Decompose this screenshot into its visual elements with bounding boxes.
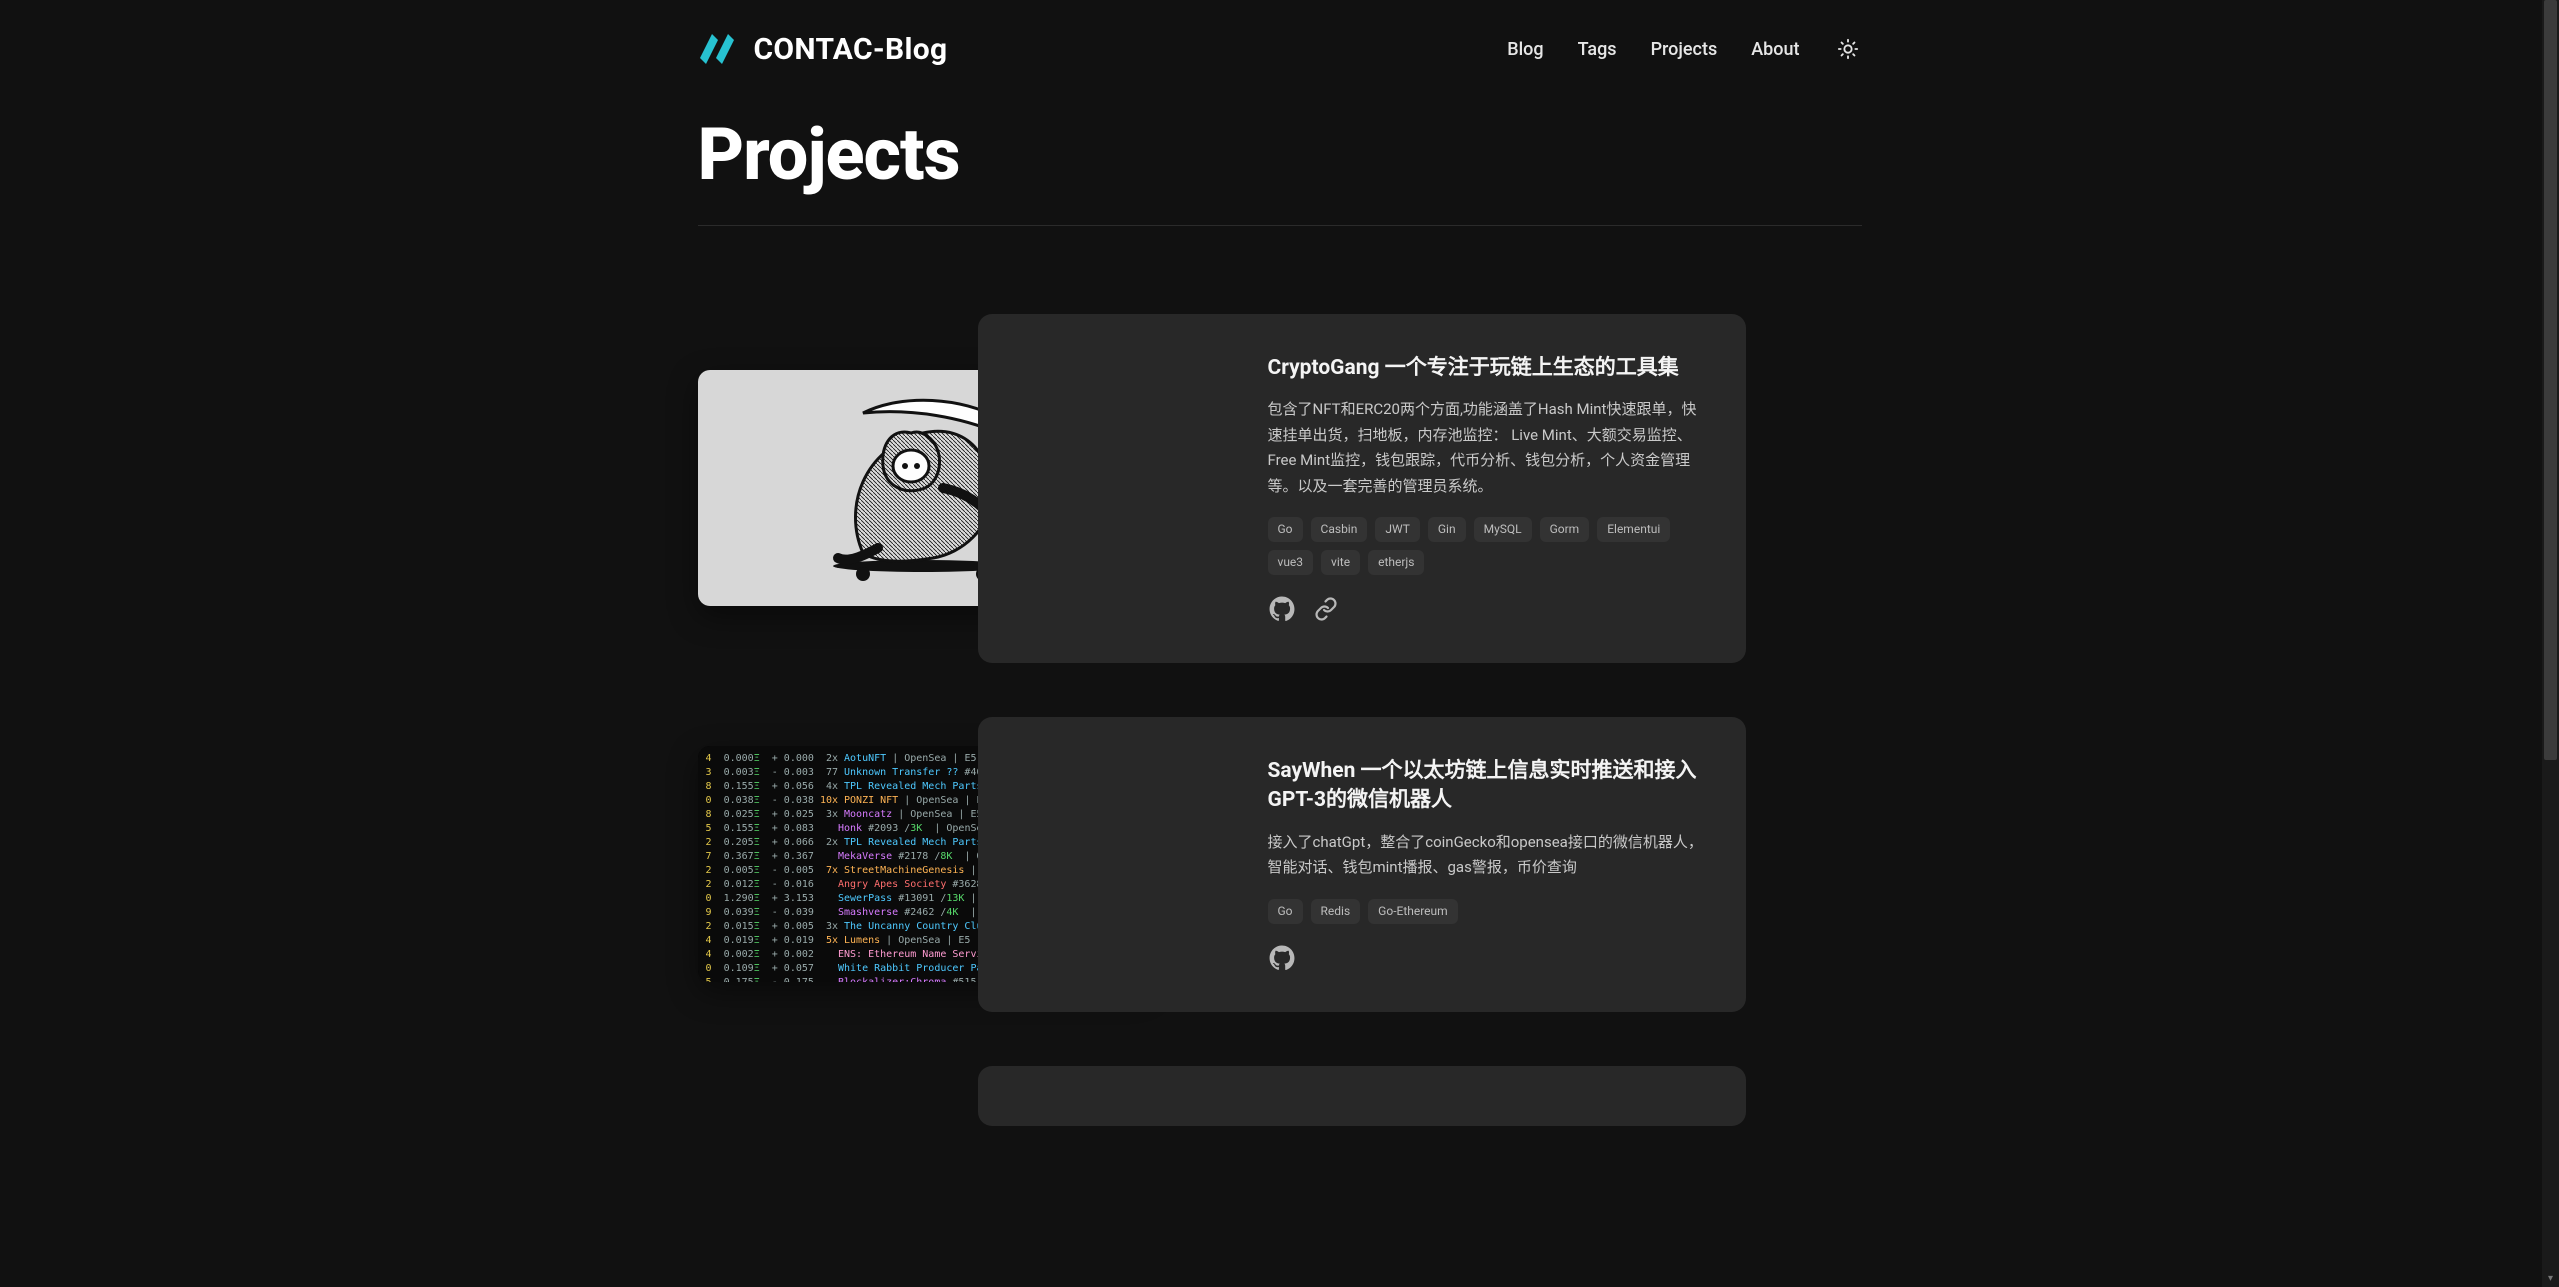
nav-projects[interactable]: Projects: [1651, 39, 1718, 60]
theme-toggle-button[interactable]: [1834, 35, 1862, 63]
tag: Elementui: [1597, 517, 1670, 542]
project-title[interactable]: SayWhen 一个以太坊链上信息实时推送和接入GPT-3的微信机器人: [1268, 757, 1706, 816]
tag: Go: [1268, 517, 1303, 542]
page-title: Projects: [698, 112, 1862, 226]
tag: vue3: [1268, 550, 1314, 575]
site-header: CONTAC-Blog Blog Tags Projects About: [698, 0, 1862, 92]
tag: JWT: [1375, 517, 1420, 542]
nav-blog[interactable]: Blog: [1507, 39, 1543, 60]
project-list: CryptoGang 一个专注于玩链上生态的工具集 包含了NFT和ERC20两个…: [698, 314, 1862, 1126]
tag: vite: [1321, 550, 1360, 575]
tag: Gin: [1428, 517, 1466, 542]
project-description: 包含了NFT和ERC20两个方面,功能涵盖了Hash Mint快速跟单，快速挂单…: [1268, 397, 1706, 499]
project-links: [1268, 944, 1706, 972]
tag: Casbin: [1311, 517, 1368, 542]
tag: Go-Ethereum: [1368, 899, 1458, 924]
project-tags: Go Casbin JWT Gin MySQL Gorm Elementui v…: [1268, 517, 1706, 575]
scroll-down-icon[interactable]: ▾: [2542, 1270, 2559, 1287]
project-card: 4 0.000Ξ + 0.000 2x AotuNFT | OpenSea | …: [698, 717, 1862, 1012]
project-info: SayWhen 一个以太坊链上信息实时推送和接入GPT-3的微信机器人 接入了c…: [978, 717, 1746, 1012]
github-link[interactable]: [1268, 944, 1296, 972]
external-link[interactable]: [1312, 595, 1340, 623]
nav-tags[interactable]: Tags: [1578, 39, 1617, 60]
project-title[interactable]: CryptoGang 一个专注于玩链上生态的工具集: [1268, 354, 1706, 383]
nav-about[interactable]: About: [1751, 39, 1799, 60]
project-info: CryptoGang 一个专注于玩链上生态的工具集 包含了NFT和ERC20两个…: [978, 314, 1746, 663]
tag: MySQL: [1474, 517, 1532, 542]
scrollbar-thumb[interactable]: [2544, 0, 2557, 760]
tag: Redis: [1311, 899, 1361, 924]
tag: Gorm: [1540, 517, 1590, 542]
project-tags: Go Redis Go-Ethereum: [1268, 899, 1706, 924]
github-link[interactable]: [1268, 595, 1296, 623]
scrollbar[interactable]: ▴ ▾: [2542, 0, 2559, 1287]
project-info: [978, 1066, 1746, 1126]
tag: etherjs: [1368, 550, 1424, 575]
site-title[interactable]: CONTAC-Blog: [754, 32, 948, 67]
project-description: 接入了chatGpt，整合了coinGecko和opensea接口的微信机器人，…: [1268, 830, 1706, 881]
project-card: [698, 1066, 1862, 1126]
project-links: [1268, 595, 1706, 623]
tag: Go: [1268, 899, 1303, 924]
brand[interactable]: CONTAC-Blog: [698, 30, 948, 68]
main-nav: Blog Tags Projects About: [1507, 35, 1861, 63]
project-card: CryptoGang 一个专注于玩链上生态的工具集 包含了NFT和ERC20两个…: [698, 314, 1862, 663]
site-logo-icon: [698, 30, 738, 68]
